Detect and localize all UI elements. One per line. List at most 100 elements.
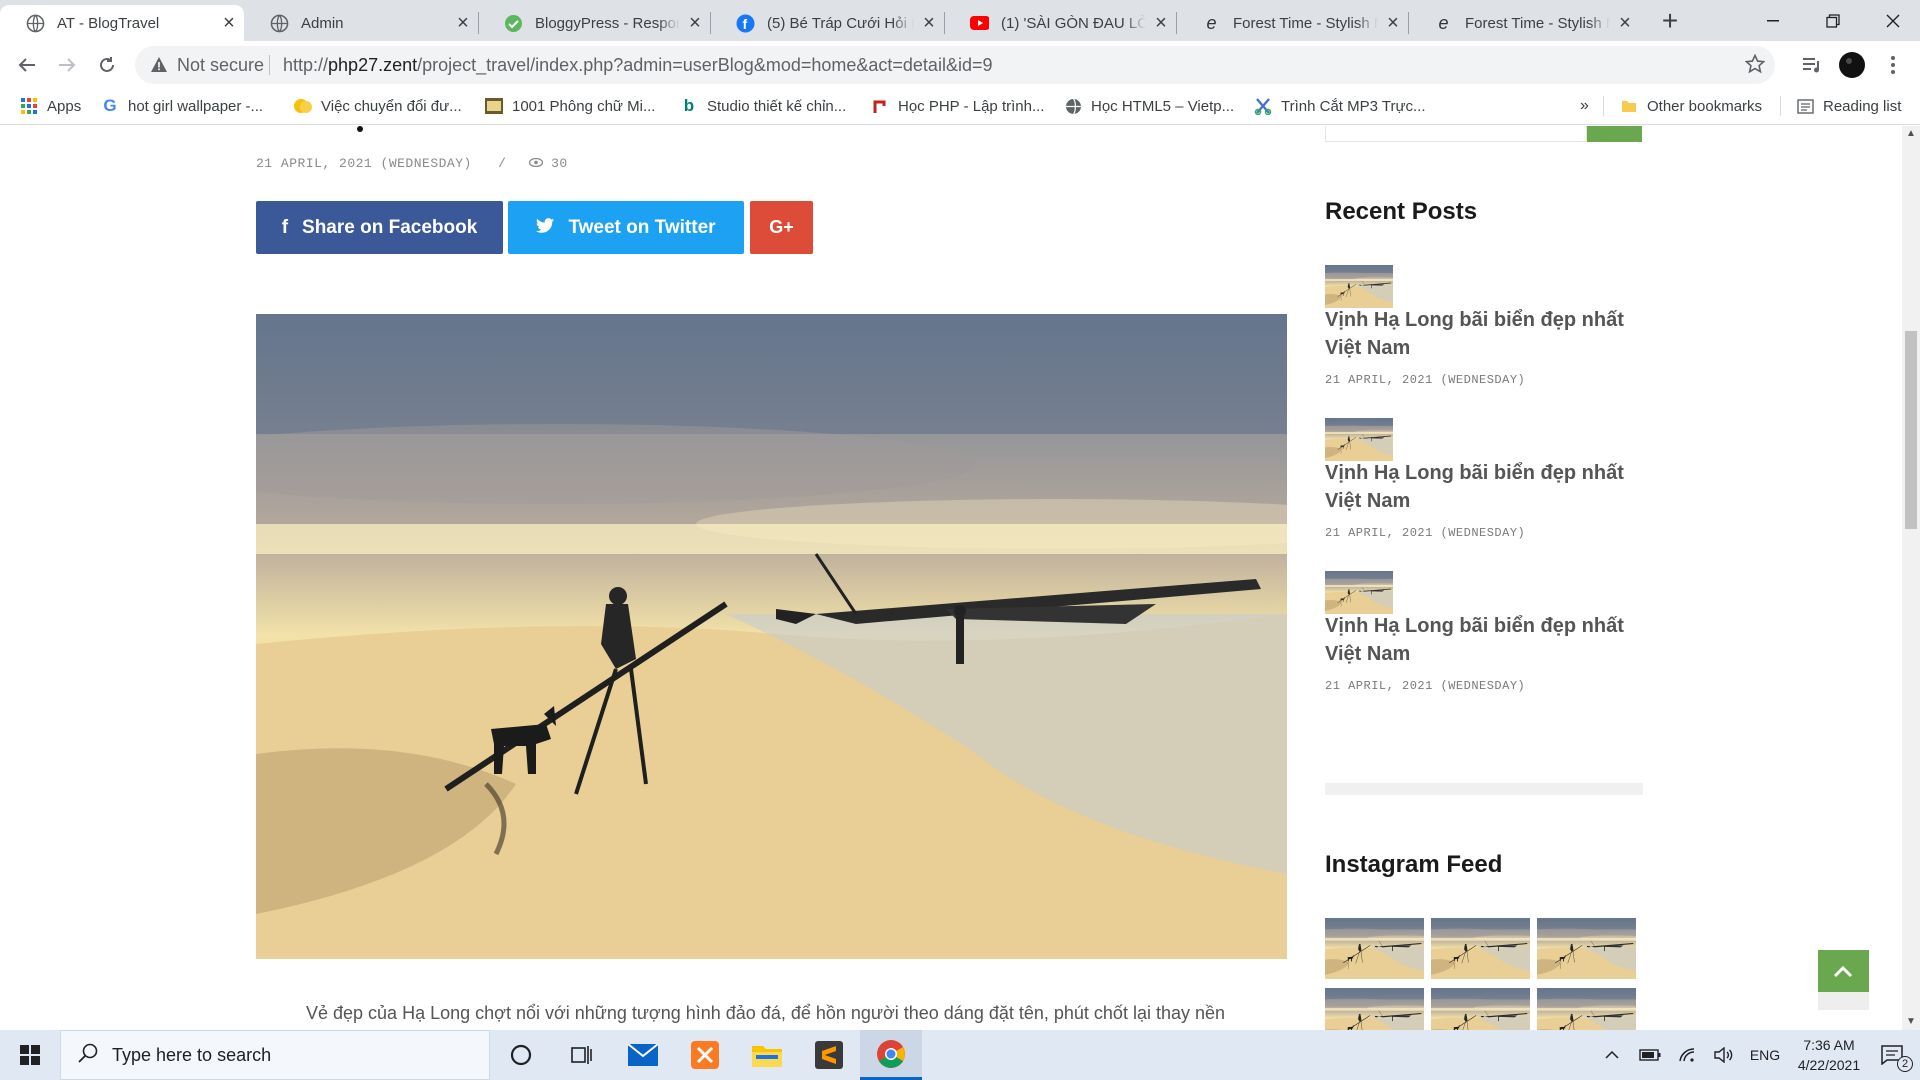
globe-icon [1064,97,1082,115]
google-icon: G [103,96,117,115]
bookmark-item[interactable]: Học PHP - Lập trình... [871,97,1044,115]
bookmark-label: Apps [47,97,82,115]
post-date: 21 APRIL, 2021 (WEDNESDAY) [1325,679,1526,693]
youtube-icon [970,14,989,33]
font-icon [485,97,503,115]
close-icon[interactable]: × [914,12,944,35]
bookmarks-overflow-button[interactable]: » [1580,97,1589,115]
tab-forest-time-2[interactable]: e Forest Time - Stylish M × [1408,5,1640,41]
restore-icon [1826,13,1840,28]
close-icon[interactable]: × [214,12,244,35]
mail-app[interactable] [612,1030,674,1080]
tab-bar: AT - BlogTravel × Admin × BloggyPress - … [0,0,1920,41]
bookmark-label: Việc chuyển đổi đư... [321,97,462,115]
bookmark-label: Trình Cắt MP3 Trực... [1281,97,1426,115]
scrollbar-thumb[interactable] [1905,331,1917,529]
close-icon[interactable]: × [1146,12,1176,35]
address-bar[interactable]: Not secure http://php27.zent/project_tra… [135,46,1775,84]
tab-facebook[interactable]: f (5) Bé Tráp Cưới Hỏi Kỳ × [710,5,944,41]
forward-button[interactable] [50,48,84,82]
share-facebook-button[interactable]: f Share on Facebook [256,201,503,254]
tab-admin[interactable]: Admin × [244,5,478,41]
cortana-button[interactable] [490,1030,552,1080]
language-indicator[interactable]: ENG [1740,1030,1790,1080]
scroll-down-arrow[interactable]: ▼ [1906,1016,1916,1027]
wifi-indicator[interactable] [1668,1030,1708,1080]
share-gplus-button[interactable]: G+ [750,201,813,254]
back-button[interactable] [10,48,44,82]
start-button[interactable] [0,1030,60,1080]
post-thumbnail[interactable] [1325,571,1393,614]
instagram-thumbnail[interactable] [1325,918,1424,979]
bookmarks-bar: Apps G hot girl wallpaper -... Việc chuy… [0,88,1920,125]
back-to-top-button[interactable] [1818,950,1869,992]
recent-post-link[interactable]: Vịnh Hạ Long bãi biển đẹp nhất Việt Nam [1325,306,1645,362]
close-window-button[interactable] [1863,0,1920,41]
taskbar-search-box[interactable]: Type here to search [60,1030,490,1080]
instagram-thumbnail[interactable] [1431,918,1530,979]
new-tab-button[interactable]: + [1655,6,1685,36]
tab-youtube[interactable]: (1) 'SÀI GÒN ĐAU LÒNG × [944,5,1176,41]
instagram-thumbnail[interactable] [1325,988,1424,1030]
instagram-thumbnail[interactable] [1431,988,1530,1030]
star-icon[interactable] [1744,53,1766,79]
bookmark-apps[interactable]: Apps [20,97,81,115]
warning-icon[interactable] [150,56,168,78]
instagram-thumbnail[interactable] [1537,988,1636,1030]
close-icon[interactable]: × [1610,12,1640,35]
windows-taskbar: Type here to search ENG 7:36 AM 4/22/202… [0,1030,1920,1080]
scroll-up-arrow[interactable]: ▲ [1906,128,1916,139]
close-icon[interactable]: × [448,12,478,35]
tab-bloggypress[interactable]: BloggyPress - Responsi × [478,5,710,41]
media-control-button[interactable] [1795,48,1829,82]
tab-blogtravel[interactable]: AT - BlogTravel × [0,5,244,41]
tab-title: Forest Time - Stylish M [1465,14,1610,32]
profile-avatar[interactable] [1835,48,1869,82]
page-scrollbar[interactable]: ▲ ▼ [1902,126,1920,1030]
file-explorer-app[interactable] [736,1030,798,1080]
globe-icon [26,14,45,33]
clock[interactable]: 7:36 AM 4/22/2021 [1790,1035,1868,1075]
url-prefix: http:// [283,55,329,75]
bookmark-item[interactable]: Việc chuyển đổi đư... [294,97,462,115]
recent-post-link[interactable]: Vịnh Hạ Long bãi biển đẹp nhất Việt Nam [1325,459,1645,515]
bookmark-item[interactable]: Trình Cắt MP3 Trực... [1254,97,1426,115]
tab-forest-time-1[interactable]: e Forest Time - Stylish M × [1176,5,1408,41]
sublime-text-app[interactable] [798,1030,860,1080]
notifications-button[interactable]: 2 [1866,1030,1920,1080]
search-input[interactable] [1325,126,1587,142]
facebook-icon: f [281,216,289,238]
browser-toolbar: Not secure http://php27.zent/project_tra… [0,41,1920,88]
url-text[interactable]: http://php27.zent/project_travel/index.p… [283,55,992,76]
tray-overflow-button[interactable] [1592,1030,1632,1080]
close-icon[interactable]: × [1378,12,1408,35]
more-vertical-icon [1891,56,1895,74]
security-label[interactable]: Not secure [177,55,264,76]
bookmark-item[interactable]: Học HTML5 – Vietp... [1064,97,1234,115]
menu-button[interactable] [1876,48,1910,82]
search-icon [78,1043,98,1068]
xampp-app[interactable] [674,1030,736,1080]
folder-icon [1620,97,1638,115]
task-view-button[interactable] [551,1030,613,1080]
bookmark-label: Học HTML5 – Vietp... [1091,97,1235,115]
restore-button[interactable] [1803,0,1863,41]
search-button[interactable] [1587,126,1642,142]
post-thumbnail[interactable] [1325,418,1393,461]
volume-indicator[interactable] [1704,1030,1744,1080]
instagram-thumbnail[interactable] [1537,918,1636,979]
reload-button[interactable] [90,48,124,82]
cortana-icon [510,1044,532,1066]
recent-post-link[interactable]: Vịnh Hạ Long bãi biển đẹp nhất Việt Nam [1325,612,1645,668]
bookmark-item[interactable]: G hot girl wallpaper -... [101,96,263,115]
battery-indicator[interactable] [1630,1030,1670,1080]
post-thumbnail[interactable] [1325,265,1393,308]
share-twitter-button[interactable]: Tweet on Twitter [508,201,744,254]
minimize-button[interactable] [1743,0,1803,41]
reading-list[interactable]: Reading list [1796,97,1901,115]
other-bookmarks[interactable]: Other bookmarks [1620,97,1762,115]
bookmark-item[interactable]: b Studio thiết kế chỉn... [680,96,846,115]
close-icon[interactable]: × [680,12,710,35]
bookmark-item[interactable]: 1001 Phông chữ Mi... [485,97,655,115]
chrome-app[interactable] [860,1030,922,1080]
